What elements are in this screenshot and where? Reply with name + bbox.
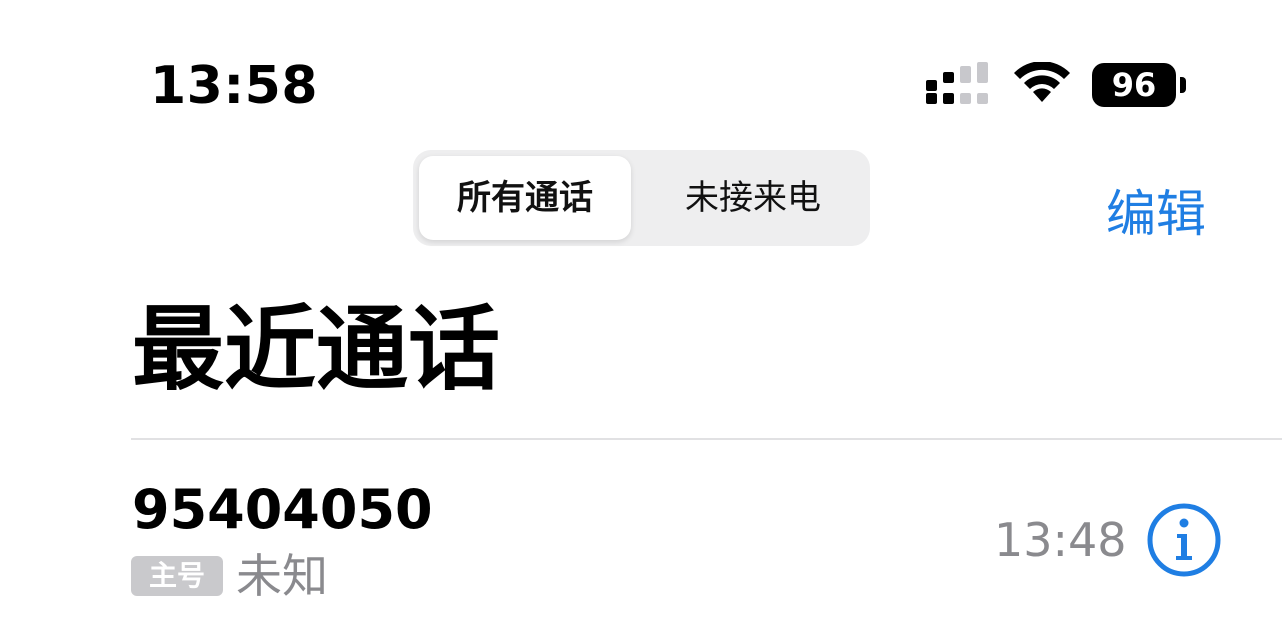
segmented-control: 所有通话 未接来电: [413, 150, 870, 246]
wifi-icon: [1014, 62, 1070, 102]
tab-missed-calls[interactable]: 未接来电: [641, 156, 865, 240]
battery-level: 96: [1092, 63, 1176, 107]
call-time: 13:48: [994, 513, 1127, 567]
battery-cap: [1180, 77, 1186, 93]
call-row[interactable]: 95404050 主号 未知 13:48: [0, 440, 1282, 641]
battery-indicator: 96: [1092, 63, 1190, 107]
call-type-label: 未知: [236, 549, 328, 603]
cellular-signal-icon: [926, 62, 988, 104]
status-time: 13:58: [150, 56, 319, 116]
edit-button[interactable]: 编辑: [1106, 182, 1206, 246]
info-circle-icon[interactable]: [1146, 502, 1222, 578]
tab-all-calls[interactable]: 所有通话: [419, 156, 631, 240]
line-badge: 主号: [131, 556, 223, 596]
page-title: 最近通话: [132, 296, 501, 403]
call-number: 95404050: [132, 478, 433, 541]
